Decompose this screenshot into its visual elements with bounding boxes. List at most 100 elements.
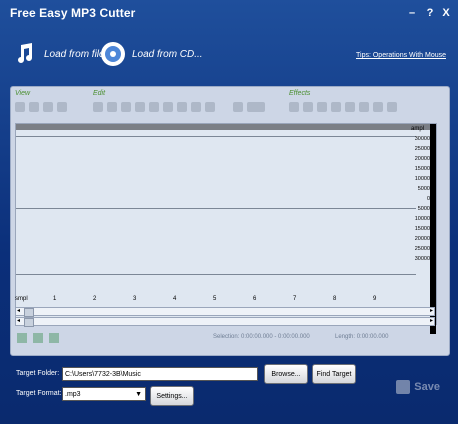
- scale-tick: 15000: [414, 226, 430, 232]
- load-from-cd-button[interactable]: Load from CD...: [98, 36, 203, 72]
- scale-tick: 25000: [414, 246, 430, 252]
- ruler-tick: 1: [53, 296, 57, 302]
- chevron-down-icon[interactable]: ▼: [135, 388, 142, 402]
- save-button[interactable]: Save: [396, 380, 440, 394]
- scroll-left-icon[interactable]: ◂: [17, 307, 20, 314]
- length-status: Length: 0:00:00.000: [335, 334, 388, 340]
- sample-ruler: smpl 1 2 3 4 5 6 7 8 9: [15, 293, 425, 303]
- copy-icon[interactable]: [135, 102, 145, 112]
- pause-icon[interactable]: [33, 333, 43, 343]
- waveform-line-bottom: [16, 274, 416, 275]
- trim-icon[interactable]: [177, 102, 187, 112]
- length-value: 0:00:00.000: [356, 334, 389, 340]
- select-end-icon[interactable]: [107, 102, 117, 112]
- target-format-select[interactable]: .mp3 ▼: [62, 387, 146, 401]
- select-start-icon[interactable]: [93, 102, 103, 112]
- scale-tick: 5000: [417, 186, 430, 192]
- silence-icon[interactable]: [359, 102, 369, 112]
- help-button[interactable]: ?: [424, 7, 436, 19]
- normalize-icon[interactable]: [331, 102, 341, 112]
- scale-tick: 30000: [414, 136, 430, 142]
- cd-icon: [98, 39, 128, 69]
- ruler-tick: 9: [373, 296, 377, 302]
- zoom-out-icon[interactable]: [29, 102, 39, 112]
- transport-controls: [17, 333, 59, 343]
- minimize-button[interactable]: –: [406, 7, 418, 19]
- echo-icon[interactable]: [387, 102, 397, 112]
- ruler-tick: 7: [293, 296, 297, 302]
- close-button[interactable]: X: [440, 7, 452, 19]
- settings-button[interactable]: Settings...: [150, 386, 194, 406]
- delete-icon[interactable]: [163, 102, 173, 112]
- length-label: Length:: [335, 334, 356, 340]
- waveform-header-bar: [16, 124, 436, 130]
- play-icon[interactable]: [17, 333, 27, 343]
- scale-tick: 5000: [417, 206, 430, 212]
- scale-tick: 20000: [414, 156, 430, 162]
- music-note-icon: [10, 39, 40, 69]
- effects-tools: [289, 102, 397, 116]
- zoom-in-icon[interactable]: [15, 102, 25, 112]
- selection-value: 0:00:00.000 - 0:00:00.000: [241, 334, 310, 340]
- reverse-icon[interactable]: [373, 102, 383, 112]
- scale-tick: 20000: [414, 236, 430, 242]
- level-meter: [430, 124, 436, 334]
- zoom-left-icon[interactable]: ◂: [17, 317, 20, 324]
- save-label: Save: [414, 381, 440, 393]
- fade-out-icon[interactable]: [317, 102, 327, 112]
- paste-icon[interactable]: [149, 102, 159, 112]
- zoom-scrollbar[interactable]: ◂ ▸: [15, 317, 435, 327]
- mix-icon[interactable]: [233, 102, 243, 112]
- scale-tick: 10000: [414, 216, 430, 222]
- target-folder-label: Target Folder:: [16, 370, 60, 377]
- save-disk-icon: [396, 380, 411, 394]
- selection-status: Selection: 0:00:00.000 - 0:00:00.000: [213, 334, 310, 340]
- browse-button[interactable]: Browse...: [264, 364, 308, 384]
- ruler-tick: 2: [93, 296, 97, 302]
- zoom-all-icon[interactable]: [57, 102, 67, 112]
- selection-label: Selection:: [213, 334, 240, 340]
- app-window: Free Easy MP3 Cutter – ? X Load from fil…: [0, 0, 458, 424]
- effects-group-label: Effects: [289, 90, 311, 97]
- scale-tick: 10000: [414, 176, 430, 182]
- amplify-icon[interactable]: [289, 102, 299, 112]
- waveform-line-top: [16, 136, 416, 137]
- target-folder-input[interactable]: C:\Users\7732-3B\Music: [62, 367, 258, 381]
- window-title: Free Easy MP3 Cutter: [10, 6, 136, 20]
- tips-link[interactable]: Tips: Operations With Mouse: [356, 52, 446, 59]
- zoom-right-icon[interactable]: ▸: [430, 317, 433, 324]
- scale-tick: 25000: [414, 146, 430, 152]
- view-group-label: View: [15, 90, 31, 97]
- ruler-tick: 3: [133, 296, 137, 302]
- fade-in-icon[interactable]: [303, 102, 313, 112]
- scroll-thumb[interactable]: [24, 308, 34, 317]
- ruler-tick: 8: [333, 296, 337, 302]
- redo-icon[interactable]: [191, 102, 201, 112]
- find-target-button[interactable]: Find Target: [312, 364, 356, 384]
- equalizer-icon[interactable]: [345, 102, 355, 112]
- ruler-label: smpl: [15, 296, 28, 302]
- horizontal-scrollbar[interactable]: ◂ ▸: [15, 307, 435, 317]
- scale-tick: 30000: [414, 256, 430, 262]
- ruler-tick: 5: [213, 296, 217, 302]
- undo-icon[interactable]: [205, 102, 215, 112]
- ruler-tick: 6: [253, 296, 257, 302]
- target-format-value: .mp3: [65, 391, 81, 398]
- zoom-selection-icon[interactable]: [43, 102, 53, 112]
- edit-tools: [93, 102, 215, 116]
- stop-icon[interactable]: [49, 333, 59, 343]
- target-format-label: Target Format:: [16, 390, 62, 397]
- scroll-right-icon[interactable]: ▸: [430, 307, 433, 314]
- cut-icon[interactable]: [121, 102, 131, 112]
- mix-button[interactable]: [247, 102, 265, 112]
- output-settings: Target Folder: C:\Users\7732-3B\Music Br…: [0, 360, 458, 424]
- extra-tools: [233, 102, 265, 116]
- waveform-center-line: [16, 208, 416, 209]
- load-from-cd-label: Load from CD...: [132, 48, 203, 60]
- editor-panel: View Edit Effects ampl 30000 25000 20000…: [10, 86, 450, 356]
- title-bar: Free Easy MP3 Cutter – ? X: [0, 0, 458, 28]
- ruler-tick: 4: [173, 296, 177, 302]
- zoom-thumb[interactable]: [24, 318, 34, 327]
- scale-tick: 15000: [414, 166, 430, 172]
- view-tools: [15, 102, 67, 116]
